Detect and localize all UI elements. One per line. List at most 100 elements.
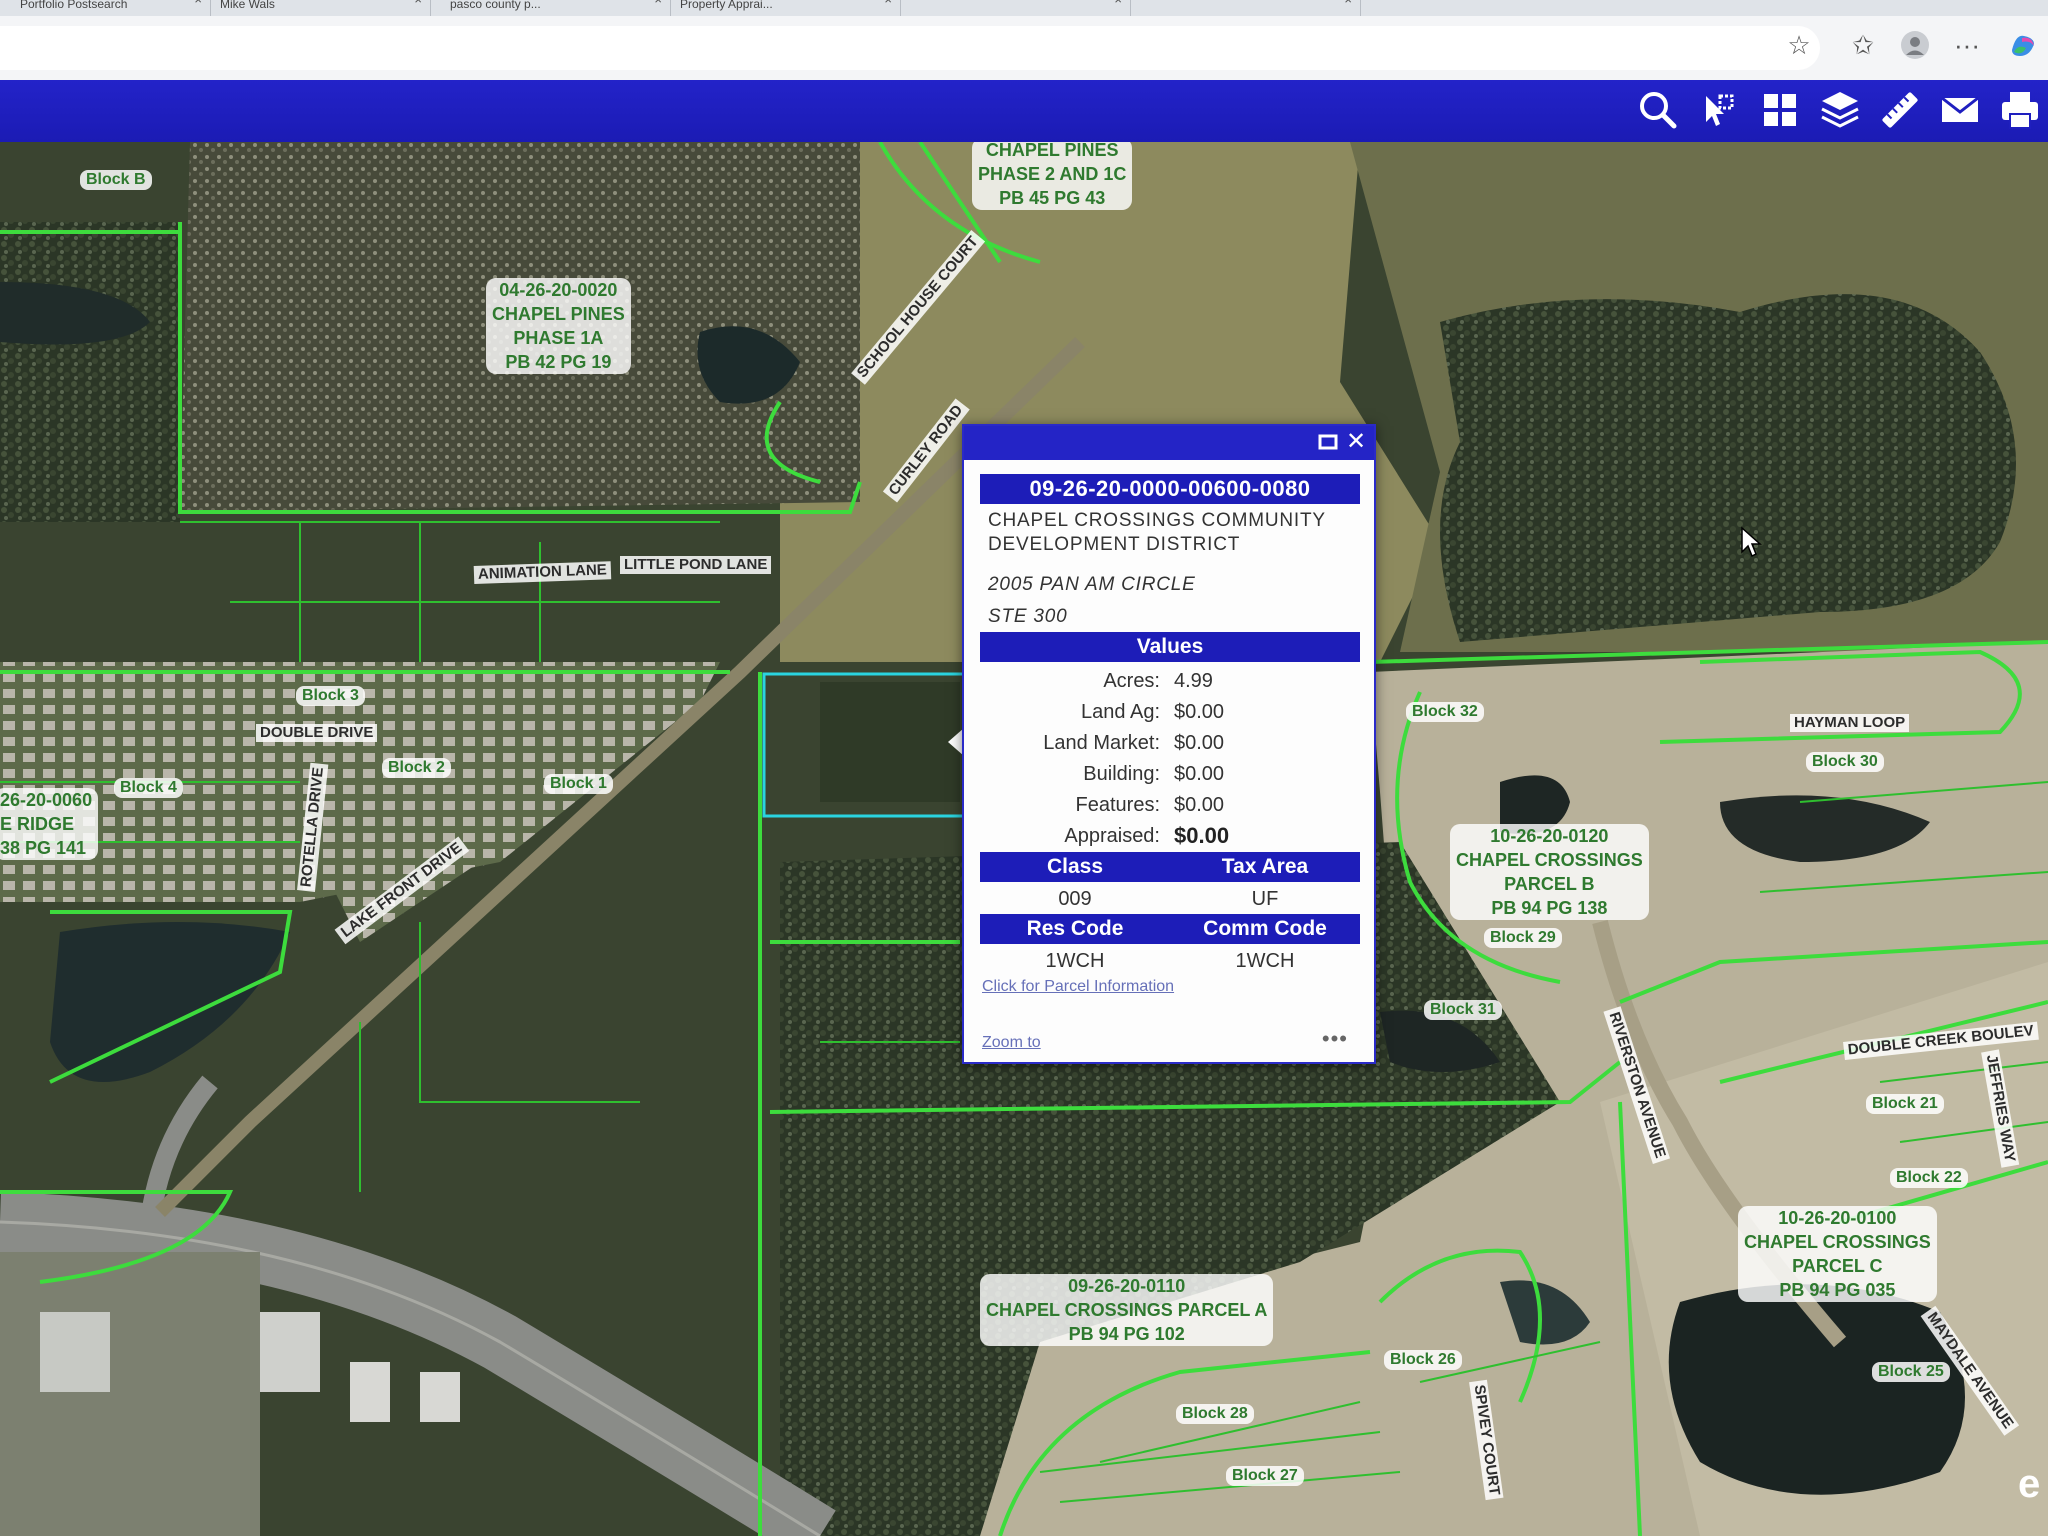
value-amount: $0.00 [1174,763,1225,785]
parcel-info-popup: ✕ 09-26-20-0000-00600-0080 CHAPEL CROSSI… [962,424,1376,1064]
parcel-label-line: PARCEL B [1504,874,1595,894]
parcel-info-link[interactable]: Click for Parcel Information [982,978,1174,996]
more-icon[interactable]: ··· [1952,30,1982,60]
url-input[interactable] [0,26,1820,70]
value-label: Appraised: [1064,825,1160,847]
comm-code-value: 1WCH [1235,950,1295,972]
close-icon[interactable]: × [1344,0,1352,6]
parcel-label-line: CHAPEL PINES [492,304,625,324]
tab-label: Mike Wals [220,0,275,11]
browser-tab[interactable]: Portfolio Postsearch× [0,0,211,16]
copilot-icon[interactable] [2008,30,2038,60]
select-parcel-icon[interactable] [1694,86,1742,134]
value-label: Features: [1075,794,1160,816]
block-label: Block 1 [544,774,613,794]
class-taxarea-header: Class Tax Area [980,852,1360,882]
parcel-id-header: 09-26-20-0000-00600-0080 [980,474,1360,504]
block-label: Block 30 [1806,752,1884,772]
parcel-label-line: 09-26-20-0110 [1068,1276,1186,1296]
close-icon[interactable]: ✕ [1342,428,1370,456]
tab-label: pasco county p... [450,0,541,11]
browser-tab[interactable]: Property Apprai...× [660,0,901,16]
block-label: Block 29 [1484,928,1562,948]
app-toolbar [0,80,2048,142]
parcel-label-line: E RIDGE [0,814,75,834]
search-icon[interactable] [1634,86,1682,134]
road-label: LITTLE POND LANE [620,556,772,574]
parcel-label: 10-26-20-0100 CHAPEL CROSSINGS PARCEL C … [1738,1206,1937,1302]
block-label: Block 31 [1424,1000,1502,1020]
block-label: Block 28 [1176,1404,1254,1424]
appraised-value: $0.00 [1174,823,1230,848]
browser-tab[interactable]: × [1120,0,1361,16]
parcel-label: 10-26-20-0120 CHAPEL CROSSINGS PARCEL B … [1450,824,1649,920]
parcel-label-line: PHASE 2 AND 1C [978,164,1127,184]
maximize-icon[interactable] [1314,428,1342,456]
parcel-label-line: PB 94 PG 035 [1779,1280,1896,1300]
browser-tab[interactable]: pasco county p...× [430,0,671,16]
value-label: Land Market: [1043,732,1160,754]
popup-titlebar: ✕ [964,426,1374,460]
block-label: Block 22 [1890,1168,1968,1188]
owner-name-line: DEVELOPMENT DISTRICT [988,534,1241,555]
parcel-label-line: 10-26-20-0100 [1778,1208,1897,1228]
parcel-label: 26-20-0060 E RIDGE 38 PG 141 [0,788,99,860]
class-value: 009 [1058,888,1092,910]
block-label: Block 26 [1384,1350,1462,1370]
res-code-value: 1WCH [1045,950,1105,972]
parcel-label-line: 04-26-20-0020 [499,280,618,300]
comm-code-header: Comm Code [1203,917,1327,940]
tax-area-header: Tax Area [1221,855,1309,878]
res-code-header: Res Code [1026,917,1124,940]
value-amount: 4.99 [1174,670,1213,692]
parcel-label-line: PB 94 PG 102 [1068,1324,1185,1344]
code-row: 1WCH 1WCH [980,946,1360,976]
value-row: Appraised: $0.00 [980,821,1360,851]
values-header: Values [980,632,1360,662]
parcel-label: 09-26-20-0110 CHAPEL CROSSINGS PARCEL A … [980,1274,1274,1346]
print-icon[interactable] [1996,86,2044,134]
close-icon[interactable]: × [414,0,422,6]
road-label: HAYMAN LOOP [1790,714,1910,732]
parcel-label-line: CHAPEL CROSSINGS [1744,1232,1931,1252]
parcel-label-line: 38 PG 141 [0,838,87,858]
layers-icon[interactable] [1816,86,1864,134]
value-label: Land Ag: [1081,701,1160,723]
parcel-label-line: PHASE 1A [513,328,604,348]
star-add-icon[interactable]: ☆ [1784,30,1814,60]
address-line: 2005 PAN AM CIRCLE [988,574,1196,595]
parcel-label-line: CHAPEL CROSSINGS PARCEL A [986,1300,1268,1320]
tax-area-value: UF [1251,888,1279,910]
browser-tab[interactable]: Mike Wals × [200,0,431,16]
zoom-to-link[interactable]: Zoom to [982,1034,1041,1052]
parcel-label-line: PARCEL C [1792,1256,1883,1276]
parcel-label: 04-26-20-0020 CHAPEL PINES PHASE 1A PB 4… [486,278,631,374]
parcel-label-line: PB 94 PG 138 [1491,898,1608,918]
measure-icon[interactable] [1876,86,1924,134]
block-label: Block B [80,170,152,190]
browser-tab-strip: Portfolio Postsearch× Mike Wals × pasco c… [0,0,2048,16]
email-icon[interactable] [1936,86,1984,134]
parcel-label-line: 26-20-0060 [0,790,93,810]
class-header: Class [1046,855,1104,878]
browser-tab[interactable]: × [890,0,1131,16]
basemap-grid-icon[interactable] [1756,86,1804,134]
value-row: Building: $0.00 [980,759,1360,789]
value-label: Building: [1083,763,1160,785]
profile-icon[interactable] [1900,30,1930,60]
parcel-label-line: CHAPEL CROSSINGS [1456,850,1643,870]
address-bar-area: ☆ ✩ ··· [0,16,2048,81]
value-row: Land Market: $0.00 [980,728,1360,758]
value-row: Land Ag: $0.00 [980,697,1360,727]
parcel-label-line: 10-26-20-0120 [1490,826,1609,846]
parcel-label-line: PB 42 PG 19 [505,352,612,372]
value-amount: $0.00 [1174,794,1225,816]
favorites-icon[interactable]: ✩ [1848,30,1878,60]
more-actions-icon[interactable]: ••• [1322,1026,1348,1052]
value-row: Acres: 4.99 [980,666,1360,696]
parcel-label-line: CHAPEL PINES [985,142,1119,160]
block-label: Block 21 [1866,1094,1944,1114]
owner-name-line: CHAPEL CROSSINGS COMMUNITY [988,510,1326,531]
block-label: Block 4 [114,778,183,798]
class-taxarea-row: 009 UF [980,884,1360,914]
